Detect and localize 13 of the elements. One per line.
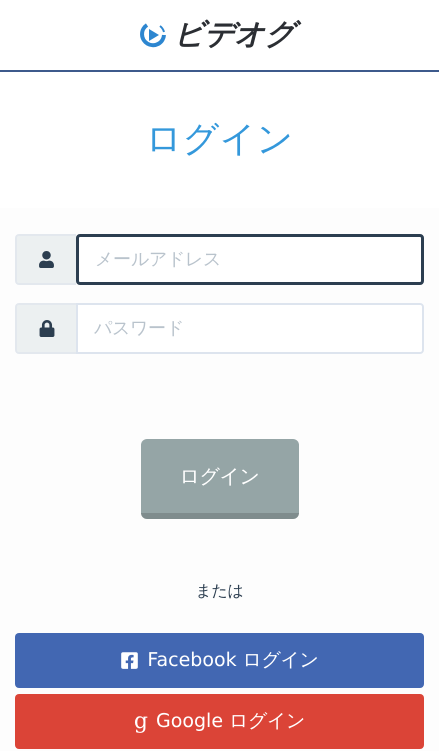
google-icon: g [134,710,148,732]
page-title: ログイン [146,122,294,158]
lock-icon [38,320,54,337]
button-label: Google ログイン [156,709,306,734]
google-login-button[interactable]: g Google ログイン [15,694,424,749]
facebook-icon [120,651,140,670]
email-field[interactable]: メールアドレス [76,234,424,285]
button-label: Facebook ログイン [147,648,319,674]
password-field[interactable]: パスワード [76,303,424,354]
separator-text: または [196,580,244,602]
user-icon [38,251,55,268]
facebook-login-button[interactable]: Facebook ログイン [15,633,424,688]
logo-text: ビデオグ [172,16,301,54]
